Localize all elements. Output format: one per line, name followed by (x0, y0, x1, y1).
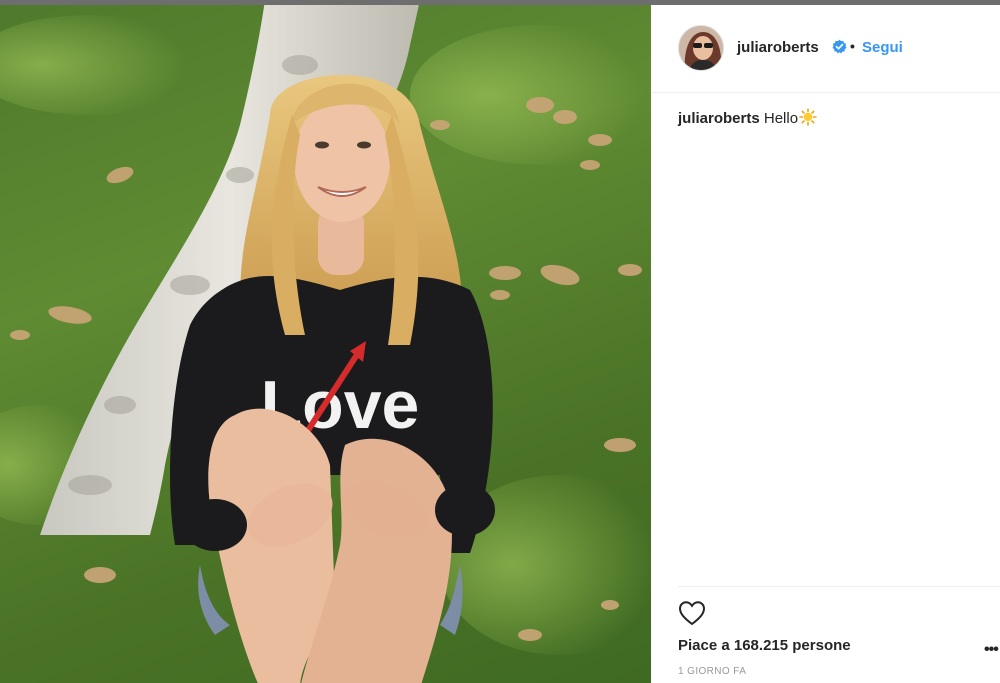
post-photo[interactable]: Love (0, 5, 651, 683)
more-options-icon[interactable]: ••• (984, 641, 999, 659)
caption-text: Hello (763, 110, 799, 127)
caption-username[interactable]: juliaroberts (678, 110, 760, 127)
post-header: juliaroberts • Segui (651, 5, 1000, 93)
avatar-image (679, 26, 723, 70)
avatar[interactable] (678, 25, 724, 71)
post-timestamp[interactable]: 1 GIORNO FA (678, 666, 746, 677)
author-username[interactable]: juliaroberts (737, 39, 819, 56)
header-separator: • (850, 38, 855, 54)
likes-count[interactable]: Piace a 168.215 persone (678, 637, 851, 654)
verified-badge-icon (832, 39, 847, 54)
sun-emoji (799, 108, 817, 126)
actions-divider (678, 586, 1000, 587)
post-caption: juliaroberts Hello (678, 108, 817, 127)
photo-illustration: Love (0, 5, 651, 683)
heart-icon[interactable] (678, 600, 706, 626)
follow-button[interactable]: Segui (862, 39, 903, 56)
post-side-panel: juliaroberts • Segui juliaroberts Hello (651, 5, 1000, 683)
